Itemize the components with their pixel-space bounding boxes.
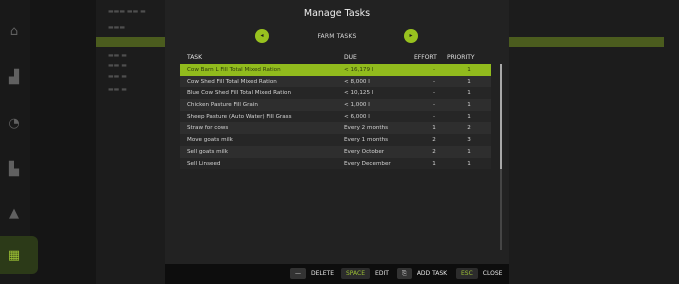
space-key: SPACE (341, 268, 371, 279)
workers-icon[interactable]: ▲ (5, 206, 23, 222)
table-scrollbar[interactable] (500, 64, 502, 250)
priority-cell: 2 (467, 125, 471, 132)
table-row[interactable]: Chicken Pasture Fill Grain < 1,000 l - 1 (180, 99, 491, 111)
priority-cell: 1 (467, 102, 471, 109)
effort-cell: - (432, 90, 436, 97)
priority-cell: 1 (467, 67, 471, 73)
due-cell: Every October (344, 148, 385, 155)
task-table: Cow Barn L Fill Total Mixed Ration < 16,… (180, 64, 491, 170)
priority-cell: 1 (467, 90, 471, 97)
background-row: ▬▬ ▬ (108, 52, 127, 59)
edit-button[interactable]: SPACE EDIT (341, 267, 389, 280)
effort-cell: 1 (432, 160, 436, 167)
due-cell: < 10,125 l (344, 90, 374, 97)
table-row[interactable]: Straw for cows Every 2 months 1 2 (180, 122, 491, 135)
delete-button[interactable]: — DELETE (290, 267, 334, 280)
add-key-icon: ⎘ (397, 268, 412, 279)
sidebar-item-tasks[interactable]: ▦ (0, 236, 38, 274)
add-task-button[interactable]: ⎘ ADD TASK (397, 267, 447, 280)
column-header-priority: PRIORITY (447, 54, 475, 61)
table-row[interactable]: Cow Shed Fill Total Mixed Ration < 8,000… (180, 75, 491, 88)
finances-icon[interactable]: ◔ (5, 116, 23, 132)
column-header-task: TASK (187, 54, 203, 61)
effort-cell: 1 (432, 125, 436, 132)
task-cell: Chicken Pasture Fill Grain (187, 102, 258, 109)
close-label: CLOSE (482, 270, 503, 277)
table-row[interactable]: Move goats milk Every 1 months 2 3 (180, 134, 491, 146)
background-row: ▬▬ ▬ (108, 86, 127, 93)
priority-cell: 1 (467, 160, 471, 167)
task-cell: Move goats milk (187, 137, 233, 144)
animals-icon[interactable]: ⌂ (5, 24, 23, 40)
effort-cell: 2 (432, 148, 436, 155)
priority-cell: 1 (467, 78, 471, 85)
task-cell: Cow Barn L Fill Total Mixed Ration (187, 67, 281, 73)
delete-key-icon: — (290, 268, 306, 279)
scrollbar-thumb[interactable] (500, 64, 502, 169)
table-row[interactable]: Sell Linseed Every December 1 1 (180, 157, 491, 170)
table-header: TASK DUE EFFORT PRIORITY (180, 52, 491, 64)
due-cell: < 1,000 l (344, 102, 370, 109)
effort-cell: - (432, 102, 436, 109)
dialog-title: Manage Tasks (303, 8, 371, 19)
priority-cell: 1 (467, 113, 471, 120)
effort-cell: - (432, 78, 436, 85)
table-row[interactable]: Sell goats milk Every October 2 1 (180, 145, 491, 158)
next-tab-button[interactable]: ▸ (404, 29, 418, 43)
edit-label: EDIT (375, 270, 389, 277)
table-row[interactable]: Blue Cow Shed Fill Total Mixed Ration < … (180, 87, 491, 100)
column-header-due: DUE (344, 54, 357, 61)
table-row[interactable]: Cow Barn L Fill Total Mixed Ration < 16,… (180, 64, 491, 76)
esc-key: ESC (456, 268, 478, 279)
background-row: ▬▬ ▬ (108, 73, 127, 80)
due-cell: Every 1 months (344, 137, 389, 144)
task-cell: Straw for cows (187, 125, 229, 132)
input-hint-bar: — DELETE SPACE EDIT ⎘ ADD TASK ESC CLOSE (165, 264, 509, 284)
due-cell: < 8,000 l (344, 78, 370, 85)
column-header-effort: EFFORT (414, 54, 437, 61)
task-cell: Sell Linseed (187, 160, 221, 167)
due-cell: < 16,179 l (344, 67, 374, 73)
task-cell: Sheep Pasture (Auto Water) Fill Grass (187, 113, 292, 120)
due-cell: < 6,000 l (344, 113, 370, 120)
priority-cell: 1 (467, 148, 471, 155)
task-cell: Cow Shed Fill Total Mixed Ration (187, 78, 277, 85)
effort-cell: - (432, 113, 436, 120)
menu-sidebar: ⌂ ▟ ◔ ▙ ▲ ▦ (0, 0, 38, 284)
tab-label: FARM TASKS (317, 33, 357, 40)
statistics-icon[interactable]: ▙ (5, 162, 23, 178)
delete-label: DELETE (311, 270, 335, 277)
background-row: ▬▬▬ ▬▬ ▬ (108, 8, 146, 15)
table-row[interactable]: Sheep Pasture (Auto Water) Fill Grass < … (180, 110, 491, 123)
effort-cell: 2 (432, 137, 436, 144)
add-task-label: ADD TASK (416, 270, 448, 277)
close-button[interactable]: ESC CLOSE (456, 267, 502, 280)
priority-cell: 3 (467, 137, 471, 144)
background-row: ▬▬▬ (108, 24, 126, 31)
task-cell: Blue Cow Shed Fill Total Mixed Ration (187, 90, 291, 97)
background-row: ▬▬ ▬ (108, 62, 127, 69)
tasks-icon: ▦ (7, 248, 21, 263)
due-cell: Every 2 months (344, 125, 389, 132)
effort-cell: - (432, 67, 436, 73)
task-cell: Sell goats milk (187, 148, 228, 155)
due-cell: Every December (344, 160, 391, 167)
production-icon[interactable]: ▟ (5, 70, 23, 86)
manage-tasks-dialog: Manage Tasks ◂ FARM TASKS ▸ TASK DUE EFF… (165, 0, 509, 264)
